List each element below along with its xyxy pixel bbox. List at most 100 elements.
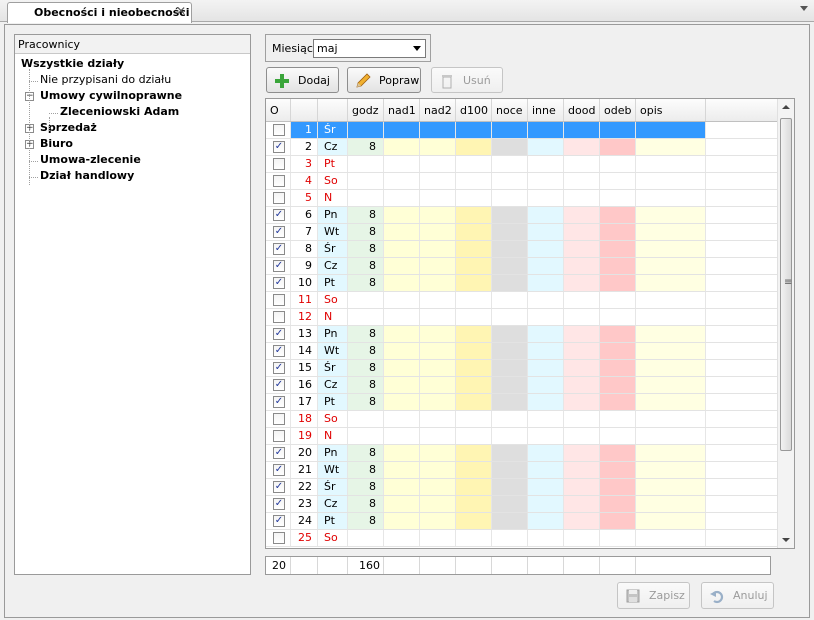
- row-checkbox-cell[interactable]: ✓: [266, 360, 291, 376]
- table-row[interactable]: ✓ 22 Śr 8: [266, 479, 778, 496]
- row-checkbox[interactable]: [273, 413, 285, 425]
- column-header[interactable]: dood: [564, 99, 600, 121]
- table-row[interactable]: 18 So: [266, 411, 778, 428]
- table-row[interactable]: ✓ 17 Pt 8: [266, 394, 778, 411]
- row-checkbox[interactable]: ✓: [273, 345, 285, 357]
- row-checkbox-cell[interactable]: [266, 190, 291, 206]
- row-checkbox[interactable]: ✓: [273, 515, 285, 527]
- tree-item[interactable]: Biuro: [40, 137, 73, 153]
- row-checkbox-cell[interactable]: [266, 156, 291, 172]
- row-checkbox[interactable]: [273, 158, 285, 170]
- table-row[interactable]: 19 N: [266, 428, 778, 445]
- close-icon[interactable]: ✕: [176, 4, 186, 18]
- row-checkbox-cell[interactable]: [266, 309, 291, 325]
- edit-button[interactable]: Popraw: [347, 67, 421, 93]
- table-row[interactable]: ✓ 14 Wt 8: [266, 343, 778, 360]
- row-checkbox-cell[interactable]: ✓: [266, 207, 291, 223]
- table-row[interactable]: ✓ 6 Pn 8: [266, 207, 778, 224]
- row-checkbox[interactable]: ✓: [273, 396, 285, 408]
- tree-item[interactable]: Nie przypisani do działu: [40, 73, 171, 89]
- row-checkbox[interactable]: ✓: [273, 209, 285, 221]
- row-checkbox[interactable]: ✓: [273, 481, 285, 493]
- scroll-down-icon[interactable]: [782, 538, 790, 542]
- row-checkbox[interactable]: ✓: [273, 226, 285, 238]
- row-checkbox-cell[interactable]: ✓: [266, 479, 291, 495]
- column-header[interactable]: [318, 99, 348, 121]
- row-checkbox-cell[interactable]: [266, 530, 291, 546]
- tree-item[interactable]: Umowa-zlecenie: [40, 153, 141, 169]
- row-checkbox-cell[interactable]: ✓: [266, 377, 291, 393]
- row-checkbox[interactable]: [273, 294, 285, 306]
- row-checkbox[interactable]: ✓: [273, 277, 285, 289]
- row-checkbox-cell[interactable]: ✓: [266, 445, 291, 461]
- table-row[interactable]: ✓ 10 Pt 8: [266, 275, 778, 292]
- row-checkbox-cell[interactable]: ✓: [266, 275, 291, 291]
- row-checkbox[interactable]: ✓: [273, 447, 285, 459]
- row-checkbox[interactable]: ✓: [273, 379, 285, 391]
- row-checkbox-cell[interactable]: ✓: [266, 139, 291, 155]
- column-header[interactable]: opis: [636, 99, 706, 121]
- column-header[interactable]: godz: [348, 99, 384, 121]
- tree-item[interactable]: Wszystkie działy: [21, 57, 124, 73]
- table-row[interactable]: ✓ 7 Wt 8: [266, 224, 778, 241]
- add-button[interactable]: Dodaj: [266, 67, 339, 93]
- row-checkbox[interactable]: ✓: [273, 141, 285, 153]
- table-row[interactable]: ✓ 21 Wt 8: [266, 462, 778, 479]
- row-checkbox-cell[interactable]: [266, 292, 291, 308]
- row-checkbox[interactable]: ✓: [273, 243, 285, 255]
- row-checkbox-cell[interactable]: [266, 428, 291, 444]
- column-header[interactable]: nad1: [384, 99, 420, 121]
- row-checkbox-cell[interactable]: [266, 411, 291, 427]
- table-row[interactable]: ✓ 23 Cz 8: [266, 496, 778, 513]
- row-checkbox[interactable]: ✓: [273, 260, 285, 272]
- row-checkbox-cell[interactable]: ✓: [266, 496, 291, 512]
- tree-item[interactable]: Zleceniowski Adam: [60, 105, 179, 121]
- tree-item[interactable]: Umowy cywilnoprawne: [40, 89, 182, 105]
- row-checkbox-cell[interactable]: ✓: [266, 343, 291, 359]
- cancel-button[interactable]: Anuluj: [701, 582, 774, 609]
- scroll-up-icon[interactable]: [782, 105, 790, 109]
- row-checkbox-cell[interactable]: ✓: [266, 513, 291, 529]
- row-checkbox-cell[interactable]: [266, 122, 291, 138]
- table-row[interactable]: ✓ 24 Pt 8: [266, 513, 778, 530]
- row-checkbox[interactable]: [273, 192, 285, 204]
- row-checkbox-cell[interactable]: ✓: [266, 462, 291, 478]
- table-row[interactable]: 3 Pt: [266, 156, 778, 173]
- row-checkbox-cell[interactable]: ✓: [266, 394, 291, 410]
- tab-obecnosci[interactable]: Obecności i nieobecności ✕: [7, 2, 192, 23]
- tree-item[interactable]: Dział handlowy: [40, 169, 134, 185]
- table-row[interactable]: ✓ 13 Pn 8: [266, 326, 778, 343]
- row-checkbox-cell[interactable]: ✓: [266, 326, 291, 342]
- delete-button[interactable]: Usuń: [431, 67, 503, 93]
- table-row[interactable]: ✓ 15 Śr 8: [266, 360, 778, 377]
- row-checkbox-cell[interactable]: ✓: [266, 241, 291, 257]
- row-checkbox[interactable]: [273, 124, 285, 136]
- row-checkbox[interactable]: ✓: [273, 498, 285, 510]
- table-row[interactable]: ✓ 16 Cz 8: [266, 377, 778, 394]
- table-row[interactable]: ✓ 20 Pn 8: [266, 445, 778, 462]
- column-header[interactable]: odeb: [600, 99, 636, 121]
- table-row[interactable]: 1 Śr: [266, 122, 778, 139]
- column-header[interactable]: nad2: [420, 99, 456, 121]
- row-checkbox[interactable]: [273, 311, 285, 323]
- table-row[interactable]: 12 N: [266, 309, 778, 326]
- table-row[interactable]: 5N: [266, 190, 778, 207]
- column-header[interactable]: inne: [528, 99, 564, 121]
- scrollbar-thumb[interactable]: ≡: [780, 118, 792, 451]
- month-select[interactable]: maj: [313, 39, 426, 58]
- row-checkbox[interactable]: ✓: [273, 362, 285, 374]
- grid-scrollbar[interactable]: ≡: [777, 99, 794, 548]
- row-checkbox[interactable]: [273, 175, 285, 187]
- row-checkbox[interactable]: ✓: [273, 328, 285, 340]
- table-row[interactable]: 25 So: [266, 530, 778, 547]
- table-row[interactable]: ✓ 8 Śr 8: [266, 241, 778, 258]
- table-row[interactable]: ✓ 9 Cz 8: [266, 258, 778, 275]
- table-row[interactable]: 11 So: [266, 292, 778, 309]
- column-header[interactable]: d100: [456, 99, 492, 121]
- row-checkbox[interactable]: ✓: [273, 464, 285, 476]
- save-button[interactable]: Zapisz: [617, 582, 690, 609]
- row-checkbox-cell[interactable]: [266, 173, 291, 189]
- row-checkbox-cell[interactable]: ✓: [266, 224, 291, 240]
- row-checkbox[interactable]: [273, 430, 285, 442]
- table-row[interactable]: 4 So: [266, 173, 778, 190]
